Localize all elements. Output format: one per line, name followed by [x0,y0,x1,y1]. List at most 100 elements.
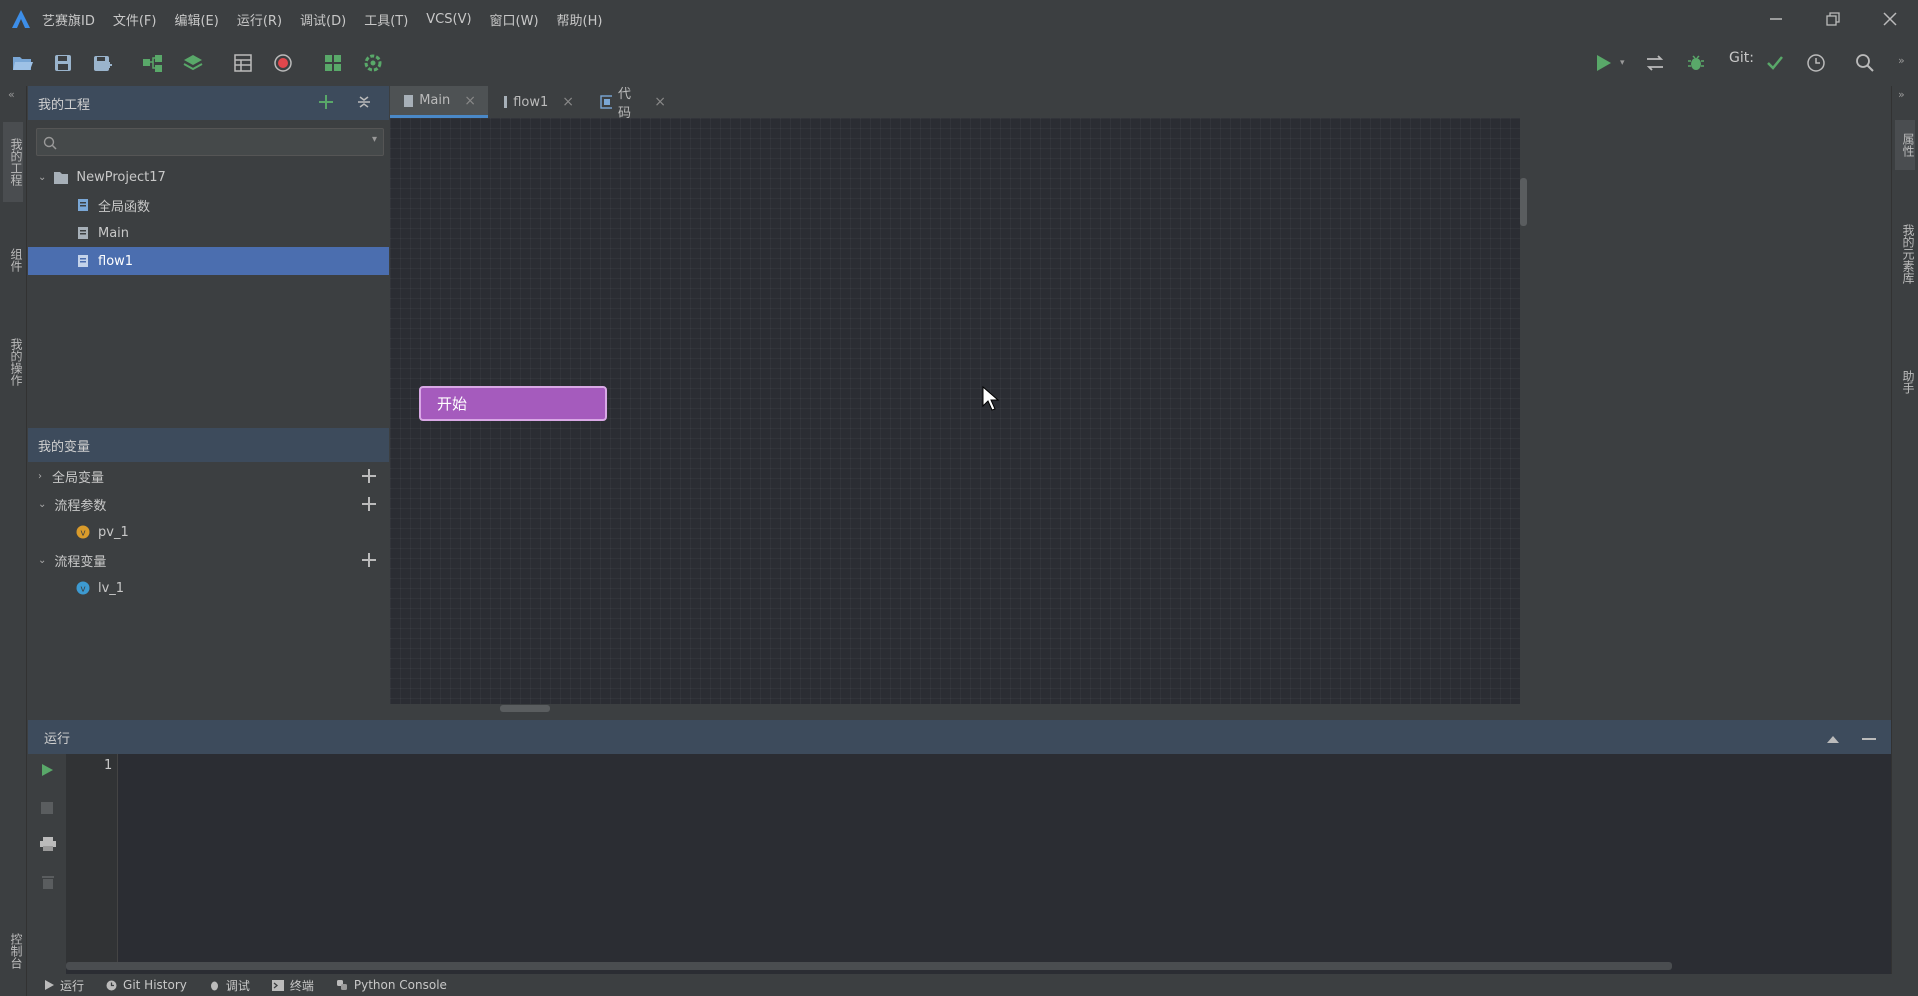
search-icon[interactable] [1852,50,1878,76]
tab-my-project[interactable]: 我的工程 [3,122,23,202]
start-node-label: 开始 [437,395,468,413]
chevron-down-icon[interactable]: ⌄ [38,172,46,183]
canvas-vertical-scrollbar[interactable] [1520,178,1527,226]
hide-panel-icon[interactable] [1862,730,1876,749]
stop-icon[interactable] [40,800,54,819]
project-search-input[interactable]: ▾ [36,128,384,156]
flow-file-icon [78,255,88,267]
add-variable-icon[interactable] [361,468,377,484]
tab-main[interactable]: Main × [390,86,488,118]
var-item-lv1[interactable]: v lv_1 [28,574,389,602]
rerun-icon[interactable] [40,762,54,781]
more-icon[interactable]: » [1898,54,1905,67]
run-horizontal-scrollbar[interactable] [66,962,1672,970]
menu-item-edit[interactable]: 编辑(E) [172,8,220,31]
tree-item-main[interactable]: Main [28,219,389,247]
menu-item-file[interactable]: 文件(F) [111,8,159,31]
tab-properties[interactable]: 属性 [1895,120,1915,170]
tree-item-root[interactable]: ⌄ NewProject17 [28,163,389,191]
debug-icon[interactable] [1683,50,1709,76]
tab-element-library[interactable]: 我的元素库 [1895,206,1915,302]
flow-file-icon [78,227,88,239]
canvas-horizontal-scrollbar[interactable] [500,705,550,712]
var-group-global[interactable]: › 全局变量 [28,462,389,490]
tab-components[interactable]: 组件 [3,238,23,282]
save-icon[interactable] [50,50,76,76]
menu-bar: 艺赛旗ID 文件(F) 编辑(E) 运行(R) 调试(D) 工具(T) VCS(… [40,0,604,38]
bottom-tab-terminal[interactable]: 终端 [271,977,314,994]
var-group-label: 全局变量 [52,470,105,486]
chevron-down-icon[interactable]: ⌄ [38,555,46,566]
python-icon [336,980,347,990]
maximize-panel-icon[interactable] [1826,730,1840,749]
tab-close-icon[interactable]: × [464,93,476,109]
menu-item-vcs[interactable]: VCS(V) [424,10,473,29]
left-tool-strip [0,86,27,996]
minimize-button[interactable] [1762,6,1790,32]
run-dropdown-icon[interactable]: ▾ [1620,58,1625,68]
tab-my-operations[interactable]: 我的操作 [3,322,23,402]
tab-console[interactable]: 控制台 [3,918,23,984]
tab-code[interactable]: 代码 × [588,86,678,121]
tab-close-icon[interactable]: × [562,94,574,110]
menu-item-window[interactable]: 窗口(W) [488,8,541,31]
var-group-params[interactable]: ⌄ 流程参数 [28,490,389,518]
bug-icon [210,981,218,990]
menu-item-brand[interactable]: 艺赛旗ID [40,8,97,31]
bottom-tab-python-console[interactable]: Python Console [336,978,447,992]
new-flow-icon[interactable] [140,50,166,76]
folder-icon [54,172,69,184]
function-file-icon [78,199,88,211]
open-folder-icon[interactable] [10,50,36,76]
collapse-right-icon[interactable]: » [1898,88,1905,101]
bottom-tab-label: 终端 [289,978,314,993]
bottom-tab-label: Git History [123,978,187,992]
flow-file-icon [504,96,508,108]
variable-icon: v [76,581,90,595]
tab-assistant[interactable]: 助手 [1895,340,1915,424]
tree-item-flow1[interactable]: flow1 [28,247,389,275]
project-panel-header: 我的工程 [28,86,389,120]
step-icon[interactable] [1642,50,1668,76]
sync-icon[interactable] [360,50,386,76]
search-dropdown-icon[interactable]: ▾ [372,134,377,145]
tab-close-icon[interactable]: × [654,94,666,110]
menu-item-tools[interactable]: 工具(T) [362,8,410,31]
components-icon[interactable] [320,50,346,76]
bottom-tab-label: 运行 [60,978,85,993]
table-icon[interactable] [230,50,256,76]
run-icon[interactable] [1590,50,1616,76]
menu-item-run[interactable]: 运行(R) [235,8,284,31]
bottom-tab-label: Python Console [353,978,447,992]
close-button[interactable] [1876,6,1904,32]
menu-item-help[interactable]: 帮助(H) [555,8,605,31]
collapse-all-icon[interactable] [356,94,372,114]
add-icon[interactable] [318,94,334,114]
var-item-label: lv_1 [98,580,125,596]
add-variable-icon[interactable] [361,496,377,512]
flow-file-icon [404,94,414,107]
history-icon[interactable] [1803,50,1829,76]
restore-button[interactable] [1819,6,1847,32]
collapse-left-icon[interactable]: « [8,88,15,101]
add-variable-icon[interactable] [361,552,377,568]
var-item-pv1[interactable]: v pv_1 [28,518,389,546]
chevron-right-icon[interactable]: › [38,471,42,482]
tab-flow1[interactable]: flow1 × [490,86,586,118]
print-icon[interactable] [40,836,56,855]
bottom-tab-git-history[interactable]: Git History [106,978,187,992]
tree-item-global-functions[interactable]: 全局函数 [28,191,389,219]
trash-icon[interactable] [41,874,55,893]
var-group-label: 流程参数 [54,498,107,514]
git-commit-icon[interactable] [1762,50,1788,76]
start-node[interactable]: 开始 [419,386,607,421]
bottom-tab-debug[interactable]: 调试 [209,977,250,994]
package-icon[interactable] [180,50,206,76]
search-icon [43,136,57,150]
chevron-down-icon[interactable]: ⌄ [38,499,46,510]
bottom-tab-run[interactable]: 运行 [44,977,84,994]
var-group-locals[interactable]: ⌄ 流程变量 [28,546,389,574]
record-icon[interactable] [270,50,296,76]
menu-item-debug[interactable]: 调试(D) [298,8,348,31]
save-all-icon[interactable] [90,50,116,76]
